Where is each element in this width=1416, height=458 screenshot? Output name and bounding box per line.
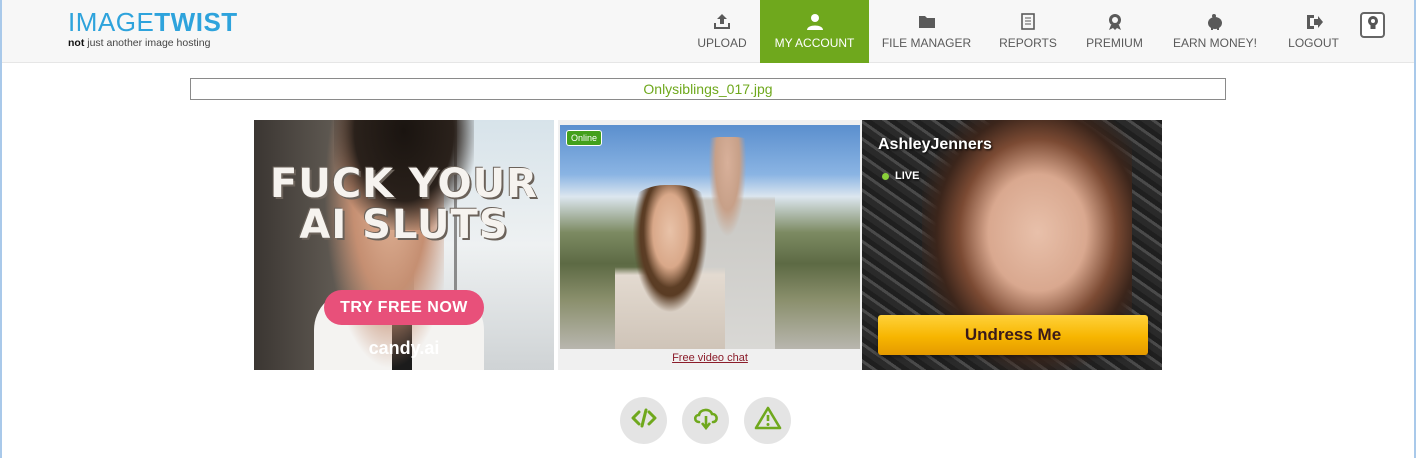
code-icon	[631, 408, 657, 433]
nav-premium[interactable]: PREMIUM	[1072, 0, 1157, 63]
tagline-rest: just another image hosting	[84, 37, 211, 49]
logo-twist-text: TWIST	[154, 7, 238, 37]
lightbulb-icon	[1367, 15, 1379, 36]
nav-earn-money-label: EARN MONEY!	[1172, 36, 1257, 50]
ad1-cta-button[interactable]: TRY FREE NOW	[324, 290, 484, 325]
logo-tagline: not just another image hosting	[68, 37, 238, 49]
filename-bar: Onlysiblings_017.jpg	[190, 78, 1226, 100]
site-header: IMAGETWIST not just another image hostin…	[2, 0, 1414, 63]
nav-upload-label: UPLOAD	[697, 36, 747, 50]
ad3-cta-button[interactable]: Undress Me	[878, 315, 1148, 355]
nav-upload[interactable]: UPLOAD	[684, 0, 760, 63]
ad2-person-woman	[615, 185, 725, 349]
report-abuse-button[interactable]	[744, 397, 791, 444]
award-icon	[1105, 12, 1125, 31]
user-icon	[805, 12, 825, 31]
ad1-brand: candy.ai	[368, 338, 440, 358]
ad-video-chat[interactable]: Online Free video chat	[558, 120, 862, 370]
ad2-photo	[560, 125, 860, 349]
main-nav: UPLOAD MY ACCOUNT FILE MANAGER REPORTS P…	[684, 0, 1354, 63]
logout-icon	[1304, 12, 1324, 31]
embed-code-button[interactable]	[620, 397, 667, 444]
nav-reports-label: REPORTS	[999, 36, 1057, 50]
ad1-headline: FUCK YOUR AI SLUTS	[270, 161, 538, 248]
nav-file-manager[interactable]: FILE MANAGER	[869, 0, 984, 63]
upload-icon	[712, 12, 732, 31]
image-actions	[620, 397, 791, 444]
logo[interactable]: IMAGETWIST not just another image hostin…	[68, 9, 238, 49]
download-button[interactable]	[682, 397, 729, 444]
nav-my-account-label: MY ACCOUNT	[774, 36, 855, 50]
nav-logout-label: LOGOUT	[1288, 36, 1339, 50]
nav-reports[interactable]: REPORTS	[984, 0, 1072, 63]
nav-premium-label: PREMIUM	[1086, 36, 1143, 50]
piggy-bank-icon	[1205, 12, 1225, 31]
ad3-performer-name: AshleyJenners	[878, 136, 992, 153]
logo-wordmark: IMAGETWIST	[68, 9, 238, 35]
ad-live-cam[interactable]: AshleyJenners LIVE Undress Me	[862, 120, 1162, 370]
tagline-bold: not	[68, 37, 85, 49]
ad3-live-status: LIVE	[882, 170, 919, 182]
live-dot-icon	[882, 172, 889, 180]
warning-icon	[754, 406, 782, 435]
ad2-free-video-chat-link[interactable]: Free video chat	[558, 352, 862, 364]
folder-icon	[917, 12, 937, 31]
nav-earn-money[interactable]: EARN MONEY!	[1157, 0, 1273, 63]
nav-file-manager-label: FILE MANAGER	[881, 36, 972, 50]
ad2-online-badge: Online	[566, 130, 603, 146]
report-icon	[1018, 12, 1038, 31]
ad-candy-ai[interactable]: FUCK YOUR AI SLUTS TRY FREE NOW candy.ai	[254, 120, 554, 370]
nav-logout[interactable]: LOGOUT	[1273, 0, 1354, 63]
nav-my-account[interactable]: MY ACCOUNT	[760, 0, 869, 63]
logo-image-text: IMAGE	[68, 7, 155, 37]
cloud-download-icon	[692, 406, 720, 435]
ad3-live-label: LIVE	[895, 170, 920, 182]
theme-toggle-button[interactable]	[1360, 12, 1385, 38]
